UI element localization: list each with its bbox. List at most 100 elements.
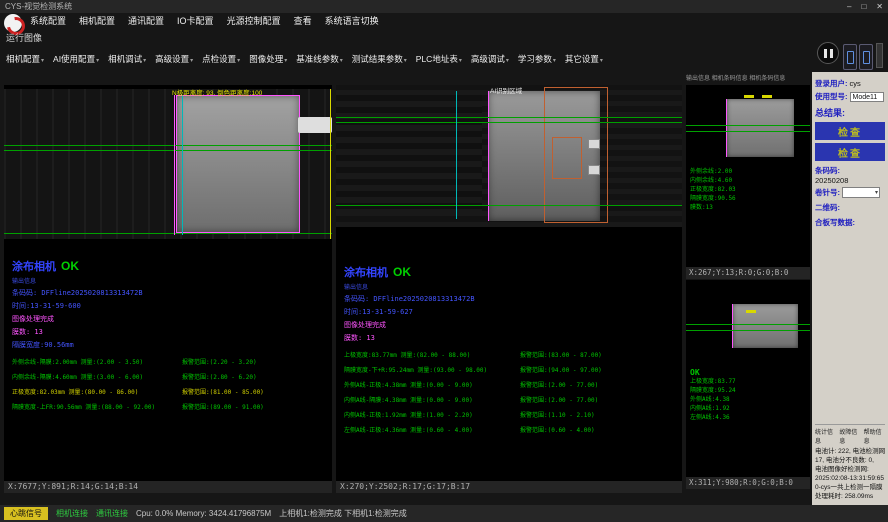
model-select[interactable]: Mode11	[850, 92, 884, 102]
camera-image-1[interactable]: N极距离度: 93. 倒色距离度:100 涂布相机OK 输出信息 条码码: DF…	[4, 85, 332, 481]
chevron-down-icon: ▾	[237, 58, 240, 64]
barcode-value: 20250208	[815, 176, 885, 185]
heartbeat-badge: 心跳信号	[4, 507, 48, 520]
tab-other-settings[interactable]: 其它设置▾	[565, 53, 603, 65]
chevron-down-icon: ▾	[143, 58, 146, 64]
chevron-down-icon: ▾	[553, 58, 556, 64]
measure-text: 内侧A线-隔膜:4.38mm 测量:(0.00 - 9.00)	[344, 397, 473, 404]
menu-item-language[interactable]: 系统语言切换	[325, 14, 379, 27]
stats-tab[interactable]: 帮助信息	[864, 427, 885, 445]
tab-advanced-debug[interactable]: 高级调试▾	[471, 53, 509, 65]
stats-tab[interactable]: 统计信息	[815, 427, 836, 445]
chevron-down-icon: ▾	[284, 58, 287, 64]
stats-line: 电池计: 222, 电池检测网数:	[815, 447, 885, 456]
tab-image-processing[interactable]: 图像处理▾	[249, 53, 287, 65]
measure-row: 正极宽度:82.03mm 测量:(80.00 - 86.00)报警范围:(81.…	[12, 387, 332, 402]
measure-line	[4, 150, 332, 151]
pause-icon	[830, 49, 833, 58]
app-logo-icon	[4, 14, 22, 32]
menu-item-camera-config[interactable]: 相机配置	[79, 14, 115, 27]
alarm-text: 报警范围:(2.20 - 3.20)	[182, 357, 257, 366]
mini-scrollbar[interactable]	[876, 43, 883, 68]
tab-spot-check[interactable]: 点检设置▾	[202, 53, 240, 65]
total-result-label: 总结果:	[815, 106, 885, 119]
tab-plc-address[interactable]: PLC地址表▾	[416, 53, 462, 65]
small-line: 外侧A线:4.38	[690, 395, 736, 404]
tab-learning-params[interactable]: 学习参数▾	[518, 53, 556, 65]
result-status-box: 检查	[815, 143, 885, 161]
chevron-down-icon: ▾	[506, 58, 509, 64]
result-ok-badge: OK	[393, 265, 411, 279]
menu-item-io-config[interactable]: IO卡配置	[177, 14, 214, 27]
camera-image-2[interactable]: AI识别区域 涂布相机OK 输出信息 条码码: DFFline202502081…	[336, 85, 682, 481]
chevron-down-icon: ▾	[404, 58, 407, 64]
menu-item-light-config[interactable]: 光源控制配置	[227, 14, 281, 27]
needle-select[interactable]: ▾	[842, 187, 880, 198]
alarm-text: 报警范围:(94.00 - 97.00)	[520, 365, 602, 374]
stats-line: 0-cys一共上检测一隔膜	[815, 483, 885, 492]
pause-button[interactable]	[817, 42, 839, 64]
roi-line	[174, 95, 175, 235]
tab-ai-config[interactable]: AI使用配置▾	[53, 53, 99, 65]
stats-line: 2025:02:08-13:31:59:65	[815, 474, 885, 483]
menu-item-view[interactable]: 查看	[294, 14, 312, 27]
tab-test-result-params[interactable]: 测试结果参数▾	[352, 53, 407, 65]
title-bar: CYS-视觉检测系统 – □ ✕	[0, 0, 888, 13]
measure-line	[686, 131, 810, 132]
menu-item-comm-config[interactable]: 通讯配置	[128, 14, 164, 27]
device-tool-button[interactable]	[859, 44, 873, 70]
marker-tick	[762, 95, 772, 98]
status-text: 图像处理完成	[12, 314, 332, 324]
measure-line	[4, 145, 332, 146]
small-views-header: 输出信息 相机条码信息 相机条码信息	[686, 73, 810, 85]
alarm-text: 报警范围:(0.60 - 4.00)	[520, 425, 595, 434]
stats-tab[interactable]: 故障信息	[839, 427, 860, 445]
camera-view-1[interactable]: N极距离度: 93. 倒色距离度:100 涂布相机OK 输出信息 条码码: DF…	[4, 85, 332, 493]
camera-connection-status: 相机连接	[56, 508, 88, 519]
minimize-button[interactable]: –	[847, 2, 851, 11]
stats-line: 处理耗时: 258.09ms	[815, 492, 885, 501]
small-camera-view-1[interactable]: 外侧余线:2.00 内侧余线:4.60 正极宽度:82.03 隔膜宽度:90.5…	[686, 85, 810, 267]
roi-line	[488, 91, 489, 221]
cpu-memory-text: Cpu: 0.0% Memory: 3424.41796875M	[136, 509, 271, 518]
board-write-label: 合板写数据:	[815, 217, 885, 228]
close-button[interactable]: ✕	[876, 2, 883, 11]
pixel-coord-strip: X:311;Y:980;R:0;G:0;B:0	[686, 477, 810, 489]
chevron-down-icon: ▾	[459, 58, 462, 64]
login-user-label: 登录用户:	[815, 78, 848, 89]
tab-camera-config[interactable]: 相机配置▾	[6, 53, 44, 65]
stats-line: 电池图像好检测网:	[815, 465, 885, 474]
small-line: 内侧A线:1.92	[690, 404, 736, 413]
detected-part	[176, 95, 300, 233]
status-text: 图像处理完成	[344, 320, 664, 330]
small-line: 隔膜宽度:90.56	[690, 194, 736, 203]
small-line: 膜数:13	[690, 203, 736, 212]
result-title: 涂布相机	[12, 261, 56, 273]
menu-item-system-config[interactable]: 系统配置	[30, 14, 66, 27]
barcode-text: 条码码: DFFline2025020813313472B	[12, 288, 332, 298]
pause-icon	[824, 49, 827, 58]
tab-camera-debug[interactable]: 相机调试▾	[108, 53, 146, 65]
small-camera-view-2[interactable]: OK 上极宽度:83.77 隔膜宽度:95.24 外侧A线:4.38 内侧A线:…	[686, 280, 810, 477]
camera-view-2[interactable]: AI识别区域 涂布相机OK 输出信息 条码码: DFFline202502081…	[336, 85, 682, 493]
measure-line	[4, 233, 332, 234]
scan-line	[330, 89, 331, 239]
measure-text: 外侧余线-隔膜:2.00mm 测量:(2.00 - 3.50)	[12, 359, 143, 366]
chevron-down-icon: ▾	[340, 58, 343, 64]
tab-baseline-params[interactable]: 基准线参数▾	[296, 53, 343, 65]
measure-row: 隔膜宽度-下+R:95.24mm 测量:(93.00 - 98.00)报警范围:…	[344, 365, 664, 380]
measure-text: 内侧余线-隔膜:4.60mm 测量:(3.00 - 6.00)	[12, 374, 143, 381]
measure-row: 外侧余线-隔膜:2.00mm 测量:(2.00 - 3.50) 报警范围:(2.2…	[12, 357, 332, 372]
time-text: 时间:13-31-59-627	[344, 307, 664, 317]
maximize-button[interactable]: □	[861, 2, 866, 11]
measure-row: 上极宽度:83.77mm 测量:(82.00 - 88.00)报警范围:(83.…	[344, 350, 664, 365]
measure-text: 正极宽度:82.03mm 测量:(80.00 - 86.00)	[12, 389, 138, 396]
small-line: 上极宽度:83.77	[690, 377, 736, 386]
alarm-text: 报警范围:(2.80 - 6.20)	[182, 372, 257, 381]
measure-line	[336, 205, 682, 206]
scan-tool-button[interactable]	[843, 44, 857, 70]
pixel-coord-strip: X:267;Y:13;R:0;G:0;B:0	[686, 267, 810, 279]
measure-text: 外侧A线-正极:4.38mm 测量:(0.00 - 9.00)	[344, 382, 473, 389]
device-icon	[863, 51, 870, 64]
tab-advanced-settings[interactable]: 高级设置▾	[155, 53, 193, 65]
